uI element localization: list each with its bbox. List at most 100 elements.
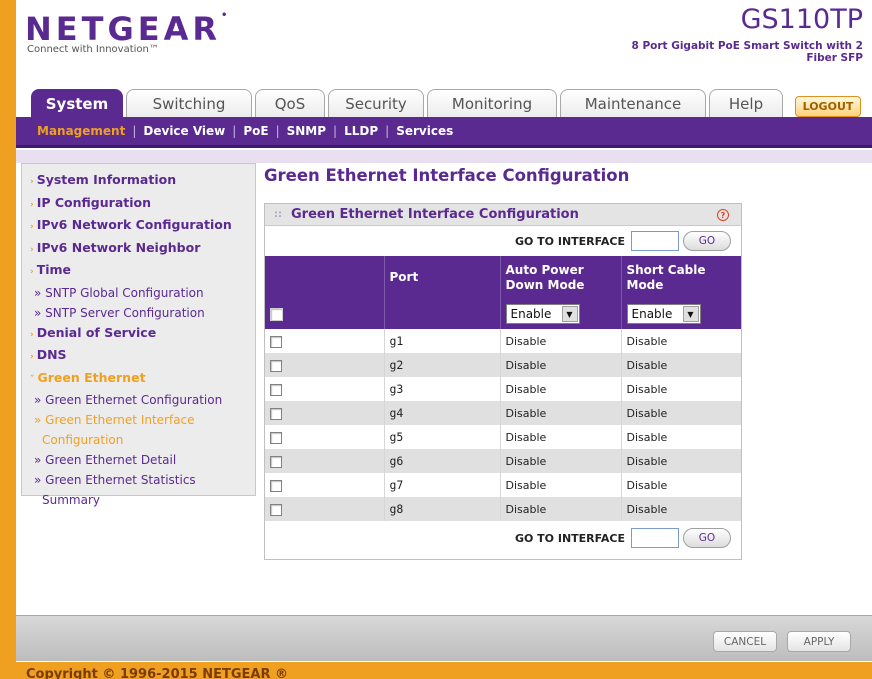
chevron-right-icon: › xyxy=(30,267,34,277)
goto-interface-top: GO TO INTERFACE GO xyxy=(265,226,741,256)
sidebar-item-sntp-global-configuration[interactable]: » SNTP Global Configuration xyxy=(30,283,255,303)
header-band xyxy=(16,150,872,163)
model-name: GS110TP xyxy=(740,4,863,35)
subnav-lldp[interactable]: LLDP xyxy=(337,124,385,138)
short-cable-select[interactable]: Enable ▼ xyxy=(626,304,701,324)
sidebar-item-time[interactable]: › Time xyxy=(30,260,255,283)
sidebar-item-green-ethernet-detail[interactable]: » Green Ethernet Detail xyxy=(30,450,255,470)
sidebar-item-green-ethernet[interactable]: ˇ Green Ethernet xyxy=(30,368,255,391)
sidebar-item-system-information[interactable]: › System Information xyxy=(30,170,255,193)
table-row[interactable]: g4 Disable Disable xyxy=(265,401,741,425)
control-row: Enable ▼ Enable ▼ xyxy=(265,299,741,329)
auto-power-down-cell: Disable xyxy=(500,377,622,401)
row-checkbox-cell xyxy=(265,401,385,425)
help-icon[interactable]: ? xyxy=(717,209,729,221)
col-select-all xyxy=(265,256,385,299)
chevron-right-icon: › xyxy=(30,352,34,362)
table-row[interactable]: g7 Disable Disable xyxy=(265,473,741,497)
subnav-snmp[interactable]: SNMP xyxy=(280,124,333,138)
tab-maintenance[interactable]: Maintenance xyxy=(560,89,706,117)
port-cell: g8 xyxy=(384,497,501,521)
sidebar-item-denial-of-service[interactable]: › Denial of Service xyxy=(30,323,255,346)
table-row[interactable]: g1 Disable Disable xyxy=(265,329,741,353)
col-auto-power-down: Auto Power Down Mode xyxy=(500,256,622,299)
row-checkbox[interactable] xyxy=(270,407,282,420)
tab-security[interactable]: Security xyxy=(328,89,424,117)
sidebar-item-ipv6-network-neighbor[interactable]: › IPv6 Network Neighbor xyxy=(30,238,255,261)
config-panel: :: Green Ethernet Interface Configuratio… xyxy=(264,203,742,560)
sidebar-item-ip-configuration[interactable]: › IP Configuration xyxy=(30,193,255,216)
row-checkbox[interactable] xyxy=(270,503,282,516)
goto-interface-bottom: GO TO INTERFACE GO xyxy=(265,521,741,555)
drag-handle-icon: :: xyxy=(274,209,282,220)
row-checkbox[interactable] xyxy=(270,359,282,372)
row-checkbox[interactable] xyxy=(270,479,282,492)
goto-interface-label: GO TO INTERFACE xyxy=(514,531,625,545)
sidebar-item-green-ethernet-configuration[interactable]: » Green Ethernet Configuration xyxy=(30,390,255,410)
sidebar-item-dns[interactable]: › DNS xyxy=(30,345,255,368)
table-row[interactable]: g2 Disable Disable xyxy=(265,353,741,377)
apply-button[interactable]: APPLY xyxy=(787,631,851,652)
auto-power-down-cell: Disable xyxy=(500,425,622,449)
cancel-button[interactable]: CANCEL xyxy=(713,631,777,652)
short-cable-cell: Disable xyxy=(626,382,668,396)
short-cable-select-cell: Enable ▼ xyxy=(621,299,741,329)
empty-cell xyxy=(384,299,501,329)
sidebar-item-sntp-server-configuration[interactable]: » SNTP Server Configuration xyxy=(30,303,255,323)
goto-interface-input[interactable] xyxy=(631,528,679,548)
subnav-device-view[interactable]: Device View xyxy=(136,124,232,138)
page: NETGEAR• Connect with Innovation™ GS110T… xyxy=(16,0,872,679)
row-checkbox[interactable] xyxy=(270,383,282,396)
select-all-checkbox[interactable] xyxy=(270,308,283,321)
dropdown-arrow-icon: ▼ xyxy=(682,306,699,322)
subnav-management[interactable]: Management xyxy=(30,124,132,138)
short-cable-cell: Disable xyxy=(621,497,741,521)
tab-monitoring[interactable]: Monitoring xyxy=(427,89,557,117)
tab-qos[interactable]: QoS xyxy=(255,89,325,117)
logout-button[interactable]: LOGOUT xyxy=(795,96,861,117)
table-row[interactable]: g6 Disable Disable xyxy=(265,449,741,473)
sidebar-item-green-ethernet-statistics[interactable]: » Green Ethernet Statistics xyxy=(30,470,255,490)
goto-interface-input[interactable] xyxy=(631,231,679,251)
select-all-cell xyxy=(265,299,385,329)
short-cable-cell: Disable xyxy=(621,353,741,377)
subnav-poe[interactable]: PoE xyxy=(236,124,275,138)
netgear-logo: NETGEAR• xyxy=(25,10,228,48)
auto-power-down-cell: Disable xyxy=(500,449,622,473)
auto-power-down-select-cell: Enable ▼ xyxy=(500,299,622,329)
sidebar-item-ipv6-network-configuration[interactable]: › IPv6 Network Configuration xyxy=(30,215,255,238)
col-short-cable: Short Cable Mode xyxy=(621,256,741,299)
row-checkbox-cell xyxy=(265,497,385,521)
row-checkbox-cell xyxy=(265,377,385,401)
main-tabs: System Switching QoS Security Monitoring… xyxy=(31,89,786,117)
sub-navigation: Management | Device View | PoE | SNMP | … xyxy=(16,117,872,148)
tab-switching[interactable]: Switching xyxy=(126,89,252,117)
chevron-right-icon: › xyxy=(30,199,34,210)
table-row[interactable]: g5 Disable Disable xyxy=(265,425,741,449)
tab-system[interactable]: System xyxy=(31,89,123,117)
auto-power-down-cell: Disable xyxy=(500,473,622,497)
sidebar-item-green-ethernet-statistics-cont[interactable]: Summary xyxy=(30,490,255,510)
sidebar-item-green-ethernet-interface-configuration[interactable]: » Green Ethernet Interface xyxy=(30,410,255,430)
page-title: Green Ethernet Interface Configuration xyxy=(264,166,630,185)
interface-table: Port Auto Power Down Mode Short Cable Mode… xyxy=(265,256,741,521)
row-checkbox[interactable] xyxy=(270,431,282,444)
sidebar-item-green-ethernet-interface-configuration-cont[interactable]: Configuration xyxy=(30,430,255,450)
row-checkbox[interactable] xyxy=(270,455,282,468)
go-button[interactable]: GO xyxy=(683,231,731,251)
go-button[interactable]: GO xyxy=(683,528,731,548)
copyright-text: Copyright © 1996-2015 NETGEAR ® xyxy=(26,667,289,679)
short-cable-cell: Disable xyxy=(621,449,741,473)
table-row[interactable]: g8 Disable Disable xyxy=(265,497,741,521)
tab-help[interactable]: Help xyxy=(709,89,783,117)
panel-title: Green Ethernet Interface Configuration xyxy=(291,207,579,222)
col-port: Port xyxy=(384,256,501,299)
row-checkbox[interactable] xyxy=(270,335,282,348)
subnav-services[interactable]: Services xyxy=(389,124,460,138)
chevron-down-icon: ˇ xyxy=(30,374,35,385)
copyright-bar: Copyright © 1996-2015 NETGEAR ® xyxy=(16,662,872,679)
auto-power-down-select[interactable]: Enable ▼ xyxy=(505,304,580,324)
table-row[interactable]: g3 Disable Disable xyxy=(265,377,741,401)
action-bar: CANCEL APPLY xyxy=(16,615,872,661)
port-cell: g7 xyxy=(384,473,501,497)
